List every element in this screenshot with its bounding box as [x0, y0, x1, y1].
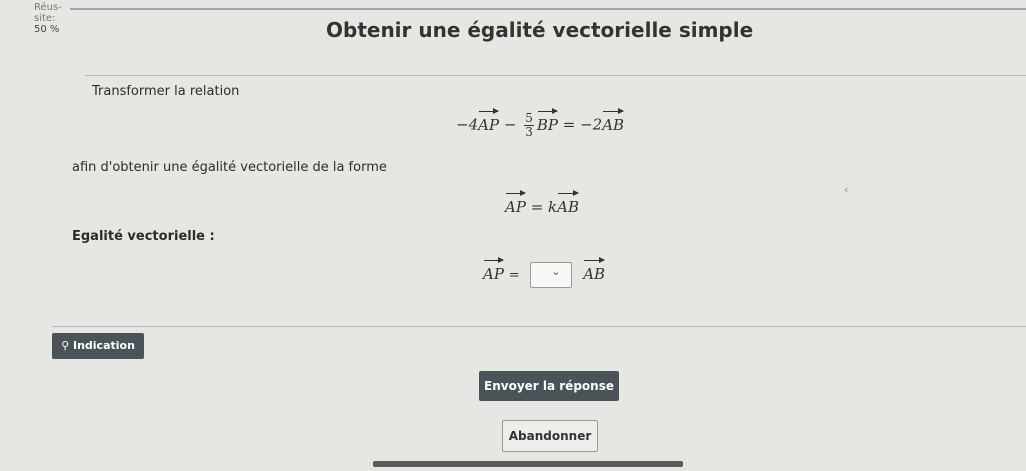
vector-ab: AB [583, 257, 606, 283]
equals-rhs: = −2 [562, 115, 603, 134]
answer-divider [52, 326, 1026, 327]
lightbulb-icon: ⚲ [61, 339, 70, 352]
hint-button[interactable]: ⚲ Indication [52, 333, 144, 359]
minus-sign: − [503, 115, 517, 134]
top-divider [70, 8, 1026, 10]
hint-button-label: Indication [72, 339, 135, 352]
fraction-numerator: 5 [524, 111, 534, 126]
vector-bp: BP [536, 107, 559, 134]
prompt-text: Transformer la relation [92, 84, 240, 99]
coef-1: −4 [456, 115, 479, 134]
horizontal-scrollbar[interactable] [373, 461, 683, 467]
equals-k: = k [530, 198, 558, 216]
decorative-chevron-icon: ‹ [844, 183, 849, 196]
vector-ap: AP [483, 257, 504, 283]
instruction-text: afin d'obtenir une égalité vectorielle d… [72, 160, 387, 175]
progress-line-2: site: [34, 13, 56, 24]
send-answer-button[interactable]: Envoyer la réponse [479, 371, 619, 401]
answer-label: Egalité vectorielle : [72, 229, 215, 244]
answer-equation: AP = ⌄ AB [483, 257, 606, 288]
progress-indicator: Réus- site: 50 % [34, 2, 62, 35]
vector-ab: AB [557, 190, 580, 216]
coefficient-select[interactable]: ⌄ [530, 262, 573, 288]
fraction-denominator: 3 [525, 125, 533, 139]
chevron-down-icon: ⌄ [551, 265, 561, 278]
equals-sign: = [508, 268, 520, 283]
progress-value: 50 % [34, 24, 60, 35]
given-relation: −4AP − 5 3 BP = −2AB [456, 107, 625, 139]
abandon-button[interactable]: Abandonner [502, 420, 598, 452]
target-form: AP = kAB [505, 190, 580, 216]
page-title: Obtenir une égalité vectorielle simple [326, 18, 754, 42]
fraction: 53 [524, 112, 534, 139]
vector-ap: AP [478, 107, 500, 134]
vector-ap: AP [505, 190, 526, 216]
vector-ab: AB [602, 107, 625, 134]
title-divider [85, 75, 1026, 76]
progress-line-1: Réus- [34, 2, 62, 13]
